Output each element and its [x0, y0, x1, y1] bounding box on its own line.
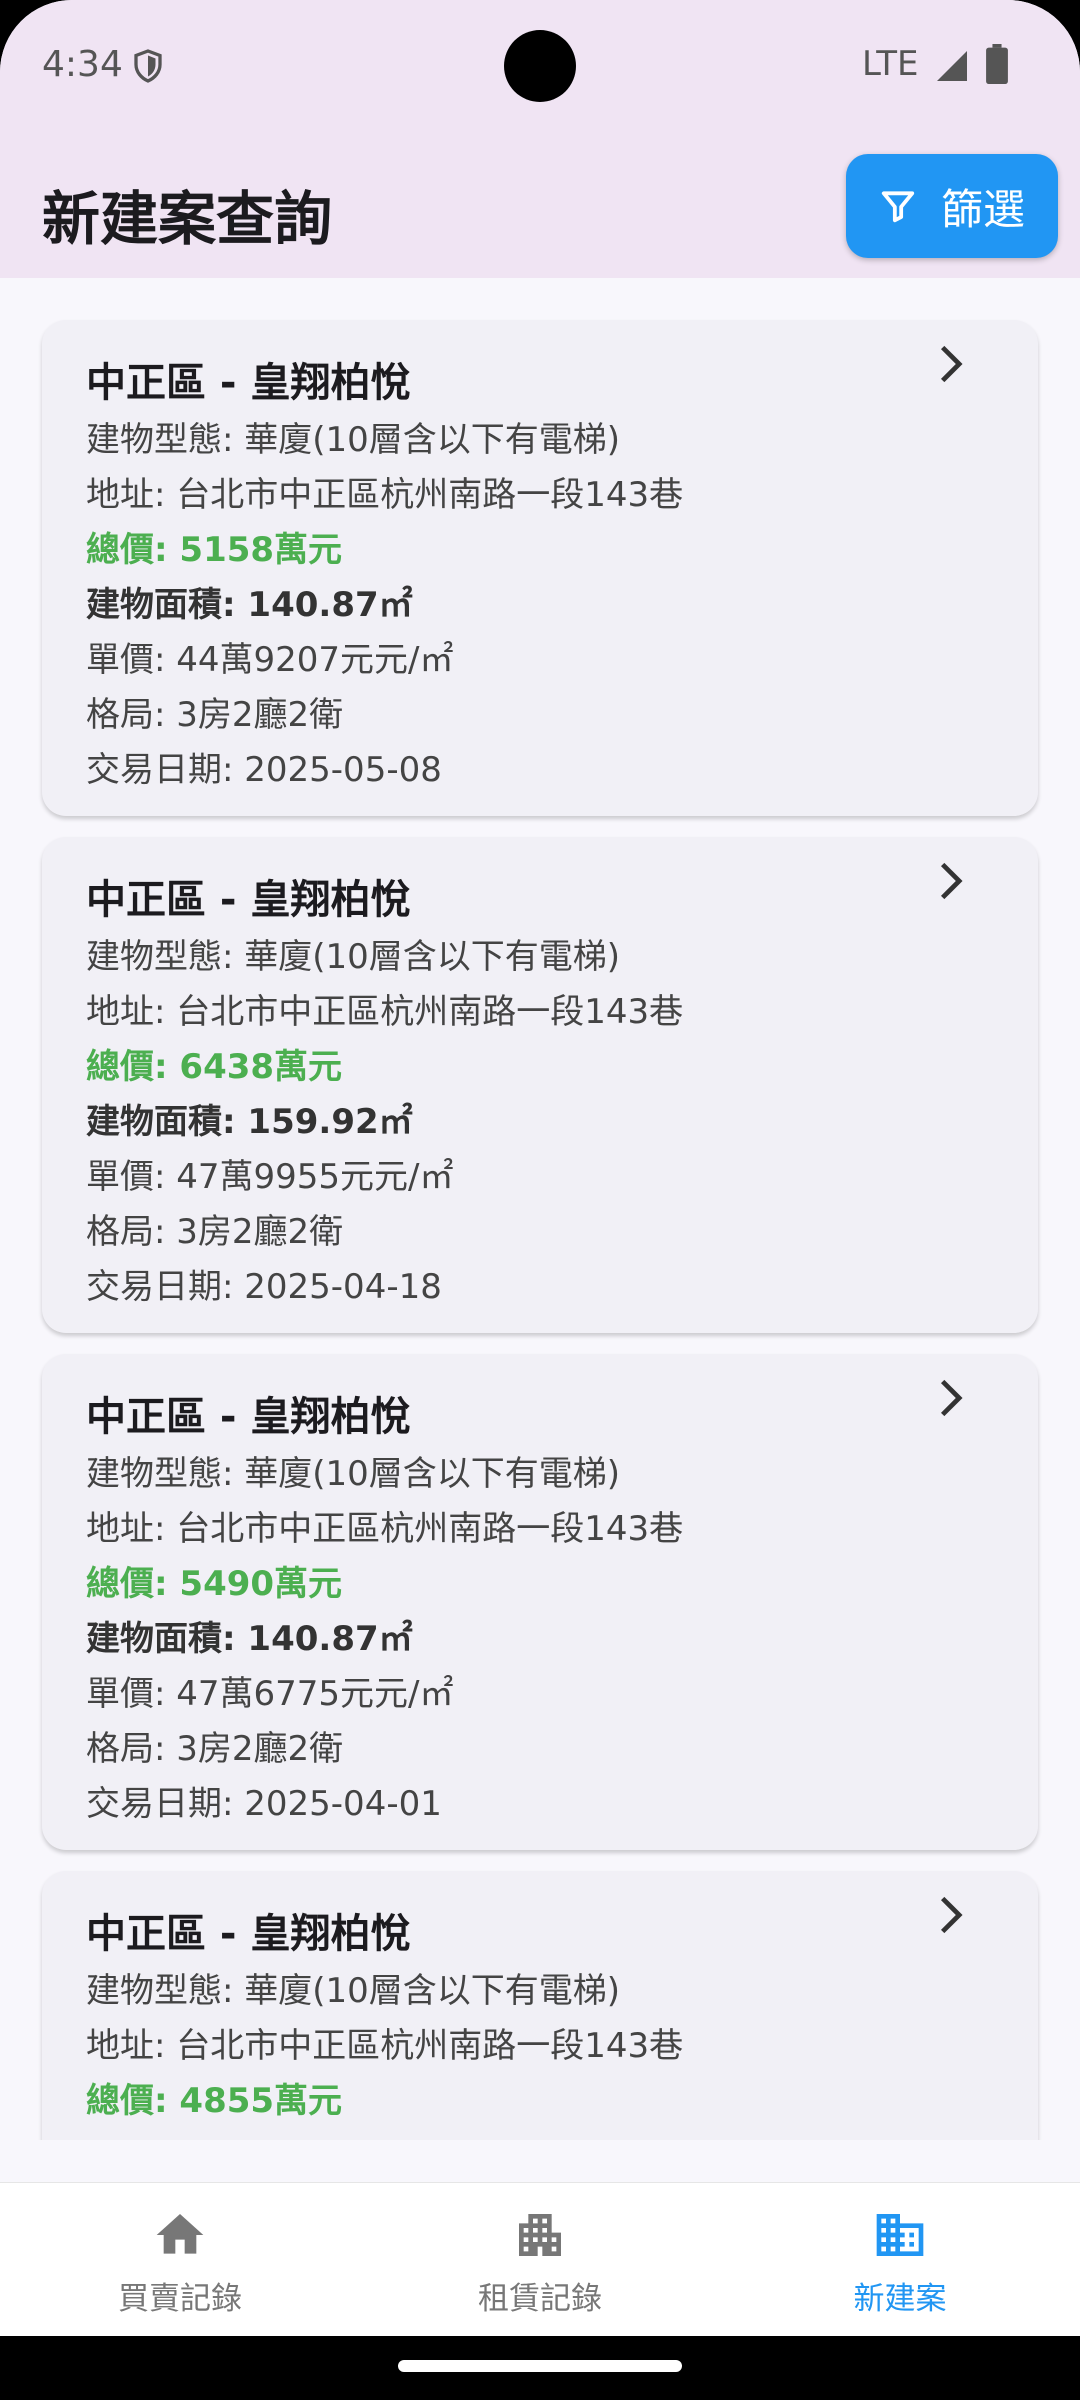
listing-title: 中正區 - 皇翔柏悅 — [86, 1394, 411, 1440]
listing-list[interactable]: 中正區 - 皇翔柏悅 建物型態: 華廈(10層含以下有電梯) 地址: 台北市中正… — [0, 278, 1080, 2140]
listing-card[interactable]: 中正區 - 皇翔柏悅 建物型態: 華廈(10層含以下有電梯) 地址: 台北市中正… — [42, 1354, 1038, 1850]
home-icon — [156, 2214, 204, 2254]
listing-title: 中正區 - 皇翔柏悅 — [86, 1911, 411, 1957]
transaction-date: 交易日期: 2025-04-18 — [86, 1267, 442, 1307]
listing-card[interactable]: 中正區 - 皇翔柏悅 建物型態: 華廈(10層含以下有電梯) 地址: 台北市中正… — [42, 837, 1038, 1333]
layout: 格局: 3房2廳2衛 — [86, 695, 344, 735]
building-area: 建物面積: 140.87㎡ — [86, 585, 413, 625]
address: 地址: 台北市中正區杭州南路一段143巷 — [86, 475, 684, 515]
chevron-right-icon — [940, 345, 963, 383]
listing-card[interactable]: 中正區 - 皇翔柏悅 建物型態: 華廈(10層含以下有電梯) 地址: 台北市中正… — [42, 320, 1038, 816]
address: 地址: 台北市中正區杭州南路一段143巷 — [86, 1509, 684, 1549]
chevron-right-icon — [940, 1379, 963, 1417]
gesture-bar — [0, 2336, 1080, 2400]
unit-price: 單價: 47萬6775元元/㎡ — [86, 1674, 454, 1714]
listing-title: 中正區 - 皇翔柏悅 — [86, 877, 411, 923]
total-price: 總價: 5158萬元 — [86, 530, 343, 570]
home-gesture-handle[interactable] — [398, 2360, 682, 2372]
page-title: 新建案查詢 — [42, 185, 333, 253]
nav-item-new-projects[interactable]: 新建案 — [720, 2183, 1080, 2337]
unit-price: 單價: 44萬9207元元/㎡ — [86, 640, 454, 680]
layout: 格局: 3房2廳2衛 — [86, 1212, 344, 1252]
shield-icon — [134, 49, 162, 83]
status-time: 4:34 — [42, 44, 123, 85]
building-type: 建物型態: 華廈(10層含以下有電梯) — [86, 937, 621, 977]
filter-button[interactable]: 篩選 — [846, 154, 1058, 258]
address: 地址: 台北市中正區杭州南路一段143巷 — [86, 992, 684, 1032]
total-price: 總價: 4855萬元 — [86, 2081, 343, 2121]
signal-icon — [937, 51, 967, 81]
nav-item-sales-records[interactable]: 買賣記錄 — [0, 2183, 360, 2337]
filter-button-label: 篩選 — [940, 184, 1025, 234]
screen: 4:34 LTE 新建案查詢 篩選 中正區 - 皇翔柏悅 建物型態: 華廈(10… — [0, 0, 1080, 2400]
chevron-right-icon — [940, 862, 963, 900]
nav-label: 租賃記錄 — [478, 2281, 602, 2317]
nav-label: 新建案 — [853, 2281, 947, 2317]
transaction-date: 交易日期: 2025-05-08 — [86, 750, 442, 790]
bottom-navigation: 買賣記錄 租賃記錄 新建案 — [0, 2182, 1080, 2336]
nav-item-rental-records[interactable]: 租賃記錄 — [360, 2183, 720, 2337]
layout: 格局: 3房2廳2衛 — [86, 1729, 344, 1769]
total-price: 總價: 6438萬元 — [86, 1047, 343, 1087]
status-bar: 4:34 LTE — [0, 0, 1080, 136]
business-icon — [876, 2214, 924, 2256]
battery-icon — [986, 44, 1008, 84]
building-type: 建物型態: 華廈(10層含以下有電梯) — [86, 420, 621, 460]
building-type: 建物型態: 華廈(10層含以下有電梯) — [86, 1454, 621, 1494]
nav-label: 買賣記錄 — [118, 2281, 242, 2317]
total-price: 總價: 5490萬元 — [86, 1564, 343, 1604]
transaction-date: 交易日期: 2025-04-01 — [86, 1784, 442, 1824]
network-type: LTE — [862, 44, 919, 84]
app-bar: 新建案查詢 篩選 — [0, 136, 1080, 278]
listing-title: 中正區 - 皇翔柏悅 — [86, 360, 411, 406]
apartment-icon — [519, 2214, 561, 2256]
camera-cutout — [504, 30, 576, 102]
chevron-right-icon — [940, 1896, 963, 1934]
building-area: 建物面積: 159.92㎡ — [86, 1102, 413, 1142]
building-area: 建物面積: 140.87㎡ — [86, 1619, 413, 1659]
listing-card[interactable]: 中正區 - 皇翔柏悅 建物型態: 華廈(10層含以下有電梯) 地址: 台北市中正… — [42, 1871, 1038, 2140]
unit-price: 單價: 47萬9955元元/㎡ — [86, 1157, 454, 1197]
address: 地址: 台北市中正區杭州南路一段143巷 — [86, 2026, 684, 2066]
filter-icon — [881, 191, 915, 223]
building-type: 建物型態: 華廈(10層含以下有電梯) — [86, 1971, 621, 2011]
